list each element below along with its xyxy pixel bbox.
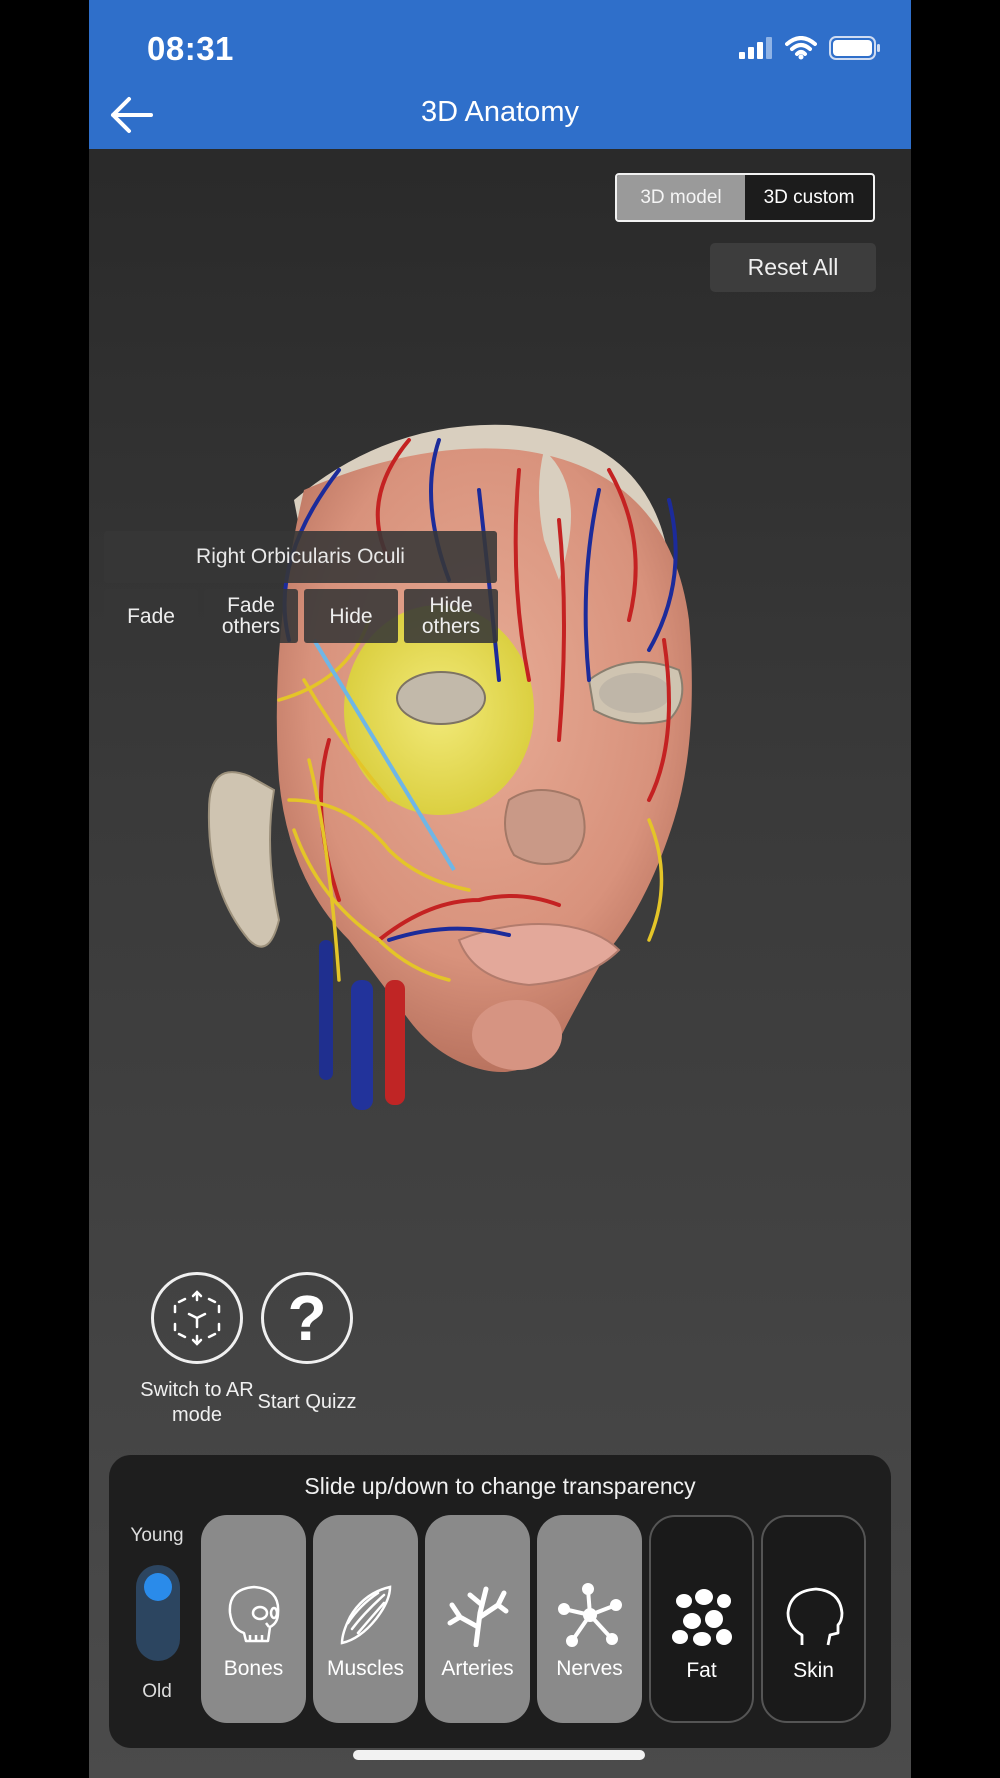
layer-bones[interactable]: Bones (201, 1515, 306, 1723)
tab-3d-model[interactable]: 3D model (617, 175, 745, 220)
fade-others-button[interactable]: Fade others (204, 589, 298, 643)
neck-vein-1 (319, 940, 333, 1080)
layer-skin[interactable]: Skin (761, 1515, 866, 1723)
skull-icon (228, 1585, 279, 1643)
artery-icon (447, 1586, 508, 1647)
selected-structure-label: Right Orbicularis Oculi (104, 531, 497, 583)
question-mark-icon: ? (287, 1282, 327, 1354)
fade-button[interactable]: Fade (104, 589, 198, 643)
fat-icon (671, 1589, 732, 1646)
layer-skin-label: Skin (793, 1659, 834, 1682)
start-quiz-button[interactable]: ? Start Quizz (237, 1272, 377, 1415)
layer-bones-label: Bones (223, 1657, 284, 1680)
top-bar: 08:31 3D Anatomy (89, 0, 911, 149)
layer-muscles[interactable]: Muscles (313, 1515, 418, 1723)
ear-shape (207, 771, 281, 948)
signal-icon (739, 37, 772, 59)
age-young-label: Young (130, 1525, 184, 1546)
skin-icon (786, 1587, 843, 1646)
tab-3d-custom[interactable]: 3D custom (745, 175, 873, 220)
app-screen: 08:31 3D Anatomy 3D model 3D custom Rese… (89, 0, 911, 1778)
ar-mode-ring (151, 1272, 243, 1364)
transparency-hint: Slide up/down to change transparency (304, 1473, 696, 1499)
wifi-icon (785, 36, 817, 60)
nerve-icon (557, 1583, 622, 1647)
muscle-icon (340, 1585, 391, 1645)
status-icons (739, 36, 881, 60)
layer-arteries[interactable]: Arteries (425, 1515, 530, 1723)
home-indicator (353, 1750, 645, 1760)
quiz-ring: ? (261, 1272, 353, 1364)
hide-button[interactable]: Hide (304, 589, 398, 643)
layer-panel: Slide up/down to change transparency You… (109, 1455, 891, 1748)
chin-shape (472, 1000, 562, 1070)
page-title: 3D Anatomy (421, 96, 579, 128)
layer-nerves[interactable]: Nerves (537, 1515, 642, 1723)
battery-icon (829, 36, 880, 60)
quiz-caption: Start Quizz (257, 1391, 357, 1413)
layer-arteries-label: Arteries (441, 1657, 514, 1680)
nose-shape (504, 789, 586, 865)
layer-muscles-label: Muscles (326, 1657, 405, 1680)
age-slider-knob[interactable] (144, 1573, 172, 1601)
right-eye (396, 671, 486, 725)
hide-others-button[interactable]: Hide others (404, 589, 498, 643)
layer-nerves-label: Nerves (556, 1657, 623, 1680)
age-old-label: Old (142, 1681, 172, 1702)
left-eye (599, 673, 671, 713)
layer-fat[interactable]: Fat (649, 1515, 754, 1723)
reset-all-button[interactable]: Reset All (710, 243, 876, 292)
3d-head-model[interactable] (89, 380, 911, 1240)
neck-artery (385, 980, 405, 1105)
view-mode-toggle: 3D model 3D custom (615, 173, 875, 222)
neck-vein-2 (351, 980, 373, 1110)
status-time: 08:31 (147, 30, 234, 67)
layer-fat-label: Fat (686, 1659, 717, 1682)
ar-cube-icon (173, 1290, 221, 1346)
age-slider[interactable] (136, 1565, 180, 1661)
